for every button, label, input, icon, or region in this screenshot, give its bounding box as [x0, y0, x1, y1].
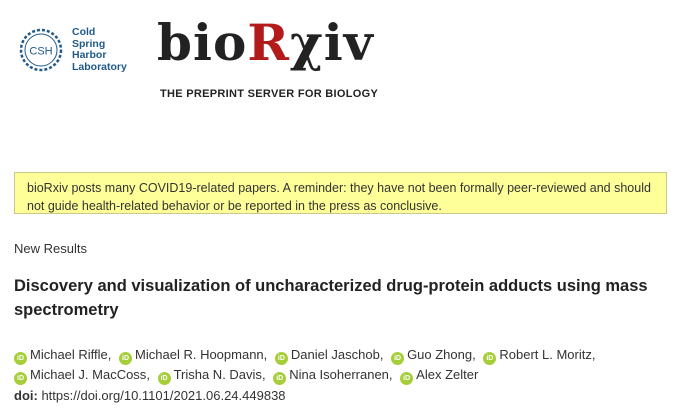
orcid-icon[interactable]: iD: [14, 352, 27, 365]
author-separator: ,: [379, 347, 384, 362]
orcid-icon[interactable]: iD: [14, 372, 27, 385]
csh-line-4: Laboratory: [72, 60, 127, 73]
author-separator: ,: [388, 367, 393, 382]
author-item: iD Trisha N. Davis,: [157, 365, 266, 385]
author-separator: ,: [261, 367, 266, 382]
author-separator: ,: [107, 347, 112, 362]
author-separator: ,: [591, 347, 596, 362]
author-item: iD Alex Zelter: [400, 365, 478, 385]
doi-link[interactable]: https://doi.org/10.1101/2021.06.24.44983…: [41, 388, 285, 403]
author-name[interactable]: Nina Isoherranen: [289, 367, 389, 382]
orcid-icon[interactable]: iD: [400, 372, 414, 385]
biorxiv-word-part2: R: [247, 13, 290, 72]
author-item: iD Nina Isoherranen,: [273, 365, 393, 385]
csh-abbr: CSH: [29, 46, 52, 58]
csh-logo-link[interactable]: CSH Cold Spring Harbor Laboratory: [18, 22, 138, 78]
author-separator: ,: [146, 367, 150, 382]
biorxiv-word-part1: bio: [157, 13, 248, 72]
article-section-label: New Results: [14, 241, 87, 256]
author-line-2: iD Michael J. MacCoss, iD Trisha N. Davis,…: [14, 365, 674, 385]
author-name[interactable]: Daniel Jaschob: [291, 347, 380, 362]
author-name[interactable]: Michael R. Hoopmann: [135, 347, 264, 362]
author-item: iD Daniel Jaschob,: [274, 345, 384, 365]
article-title: Discovery and visualization of uncharact…: [14, 277, 648, 319]
author-name[interactable]: Guo Zhong: [407, 347, 472, 362]
biorxiv-logo-link[interactable]: bioRχiv: [157, 18, 387, 80]
covid-notice-banner: bioRxiv posts many COVID19-related paper…: [14, 172, 667, 214]
orcid-icon[interactable]: iD: [157, 372, 171, 385]
author-item: iD Michael R. Hoopmann,: [119, 345, 267, 365]
orcid-icon[interactable]: iD: [483, 352, 497, 365]
dna-helix-ring-icon: CSH: [18, 27, 64, 73]
author-name[interactable]: Michael Riffle: [30, 347, 108, 362]
author-name[interactable]: Trisha N. Davis: [174, 367, 262, 382]
doi-line: doi: https://doi.org/10.1101/2021.06.24.…: [14, 388, 286, 403]
author-item: iD Michael Riffle,: [14, 345, 111, 365]
site-tagline: THE PREPRINT SERVER FOR BIOLOGY: [160, 88, 379, 100]
author-line-1: iD Michael Riffle, iD Michael R. Hoopmann,…: [14, 345, 674, 365]
author-list: iD Michael Riffle, iD Michael R. Hoopmann,…: [14, 345, 674, 385]
orcid-icon[interactable]: iD: [274, 352, 288, 365]
author-name[interactable]: Alex Zelter: [416, 367, 478, 382]
biorxiv-word-part3: χiv: [289, 13, 374, 72]
doi-label: doi:: [14, 388, 38, 403]
covid-notice-text: bioRxiv posts many COVID19-related paper…: [27, 181, 651, 213]
csh-name: Cold Spring Harbor Laboratory: [72, 26, 127, 73]
author-separator: ,: [263, 347, 268, 362]
orcid-icon[interactable]: iD: [391, 352, 405, 365]
author-item: iD Guo Zhong,: [391, 345, 476, 365]
author-separator: ,: [472, 347, 476, 362]
author-item: iD Robert L. Moritz,: [483, 345, 595, 365]
orcid-icon[interactable]: iD: [273, 372, 287, 385]
csh-line-3: Harbor: [72, 49, 107, 61]
author-name[interactable]: Michael J. MacCoss: [30, 367, 146, 382]
author-item: iD Michael J. MacCoss,: [14, 365, 150, 385]
csh-line-1: Cold: [72, 26, 96, 38]
author-name[interactable]: Robert L. Moritz: [499, 347, 591, 362]
orcid-icon[interactable]: iD: [119, 352, 133, 365]
biorxiv-wordmark: bioRχiv: [157, 18, 387, 68]
